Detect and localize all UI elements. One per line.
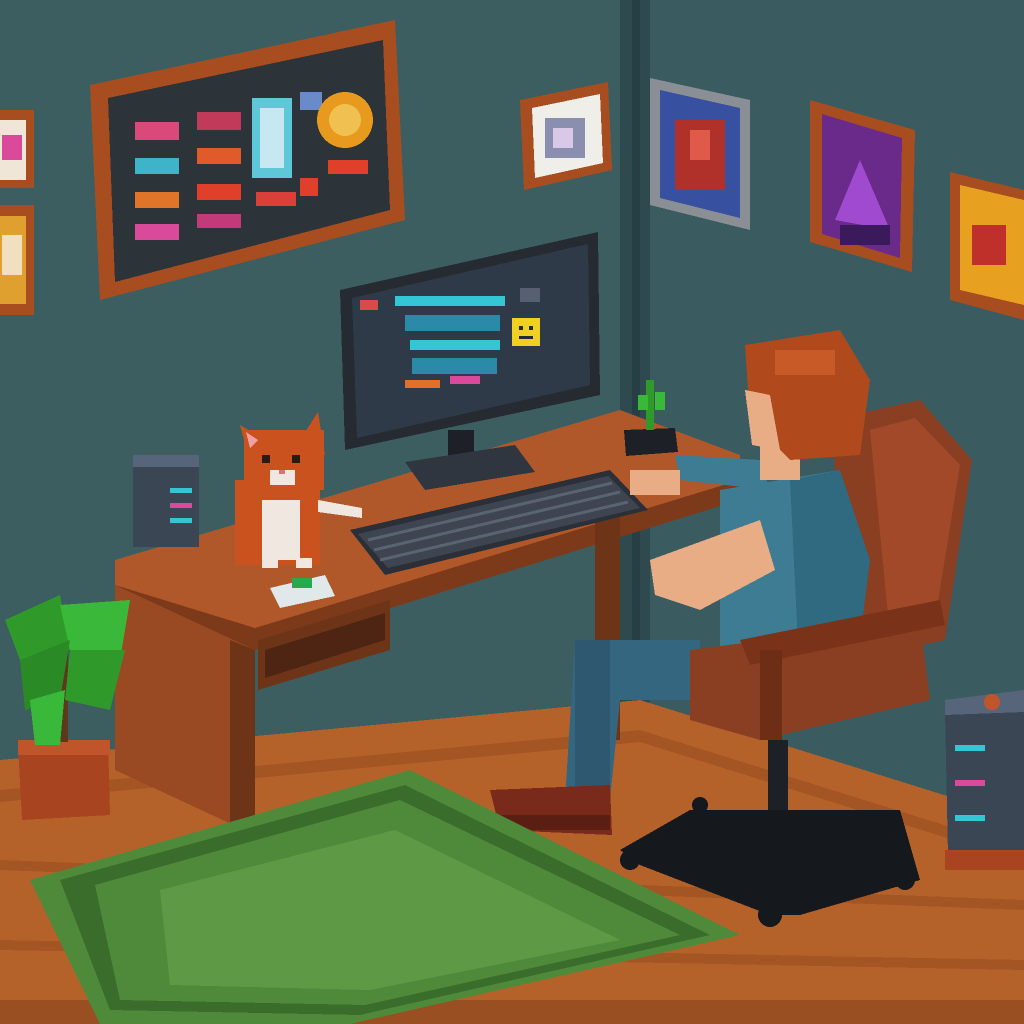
poster-icon (810, 100, 915, 272)
poster-icon (950, 172, 1024, 320)
poster-icon (0, 110, 34, 315)
pixel-room-scene (0, 0, 1024, 1024)
pc-tower-icon (945, 690, 1024, 870)
smiley-icon (512, 318, 540, 346)
room-illustration (0, 0, 1024, 1024)
poster-icon (650, 78, 750, 230)
pc-tower-icon (133, 455, 199, 547)
